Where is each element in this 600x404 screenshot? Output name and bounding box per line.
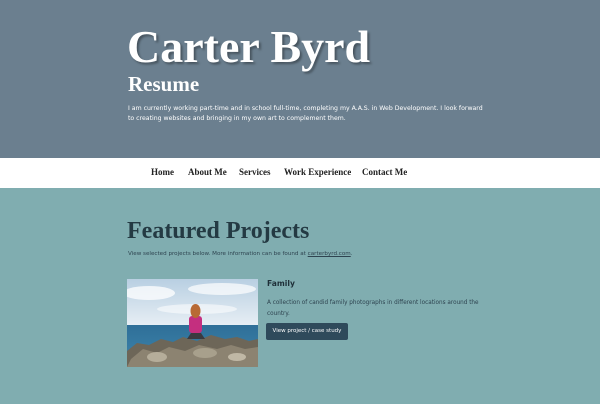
page-title: Carter Byrd bbox=[127, 21, 371, 72]
featured-projects-heading: Featured Projects bbox=[127, 218, 310, 244]
project-title: Family bbox=[267, 279, 295, 288]
view-project-button[interactable]: View project / case study bbox=[266, 323, 348, 340]
featured-intro-end: . bbox=[350, 251, 353, 257]
bio-text: I am currently working part-time and in … bbox=[128, 105, 483, 122]
project-description: A collection of candid family photograph… bbox=[267, 300, 479, 317]
featured-intro-text: View selected projects below. More infor… bbox=[128, 251, 308, 257]
main-nav: Home About Me Services Work Experience C… bbox=[0, 158, 600, 188]
hero-header: Carter Byrd Resume I am currently workin… bbox=[0, 0, 600, 158]
nav-home-link[interactable]: Home bbox=[151, 168, 174, 177]
project-photo bbox=[127, 279, 258, 367]
page-subtitle: Resume bbox=[128, 72, 200, 96]
nav-about-link[interactable]: About Me bbox=[188, 168, 227, 177]
featured-intro: View selected projects below. More infor… bbox=[128, 251, 353, 258]
website-link[interactable]: carterbyrd.com bbox=[308, 251, 351, 257]
nav-contact-link[interactable]: Contact Me bbox=[362, 168, 407, 177]
nav-services-link[interactable]: Services bbox=[239, 168, 271, 177]
nav-work-experience-link[interactable]: Work Experience bbox=[284, 168, 351, 177]
